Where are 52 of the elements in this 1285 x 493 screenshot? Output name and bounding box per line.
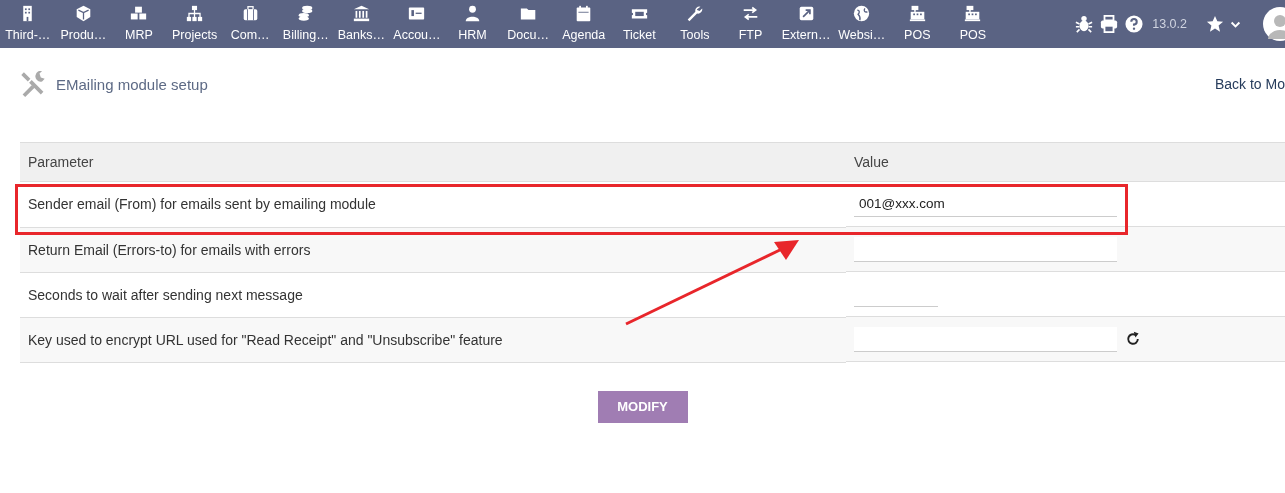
star-icon[interactable] (1206, 15, 1224, 33)
parameter-label: Sender email (From) for emails sent by emailing module (20, 181, 846, 227)
globe-icon (853, 5, 871, 22)
external-link-icon (797, 5, 815, 22)
coins-icon (297, 5, 315, 22)
cash-register-icon (964, 5, 982, 22)
menu-item[interactable]: Agenda (555, 0, 612, 48)
sitemap-icon (186, 5, 204, 22)
person-icon (464, 5, 482, 22)
refresh-icon[interactable] (1125, 331, 1141, 347)
menu-item[interactable]: Third-… (0, 0, 56, 48)
menu-item[interactable]: Accou… (389, 0, 445, 48)
bug-icon[interactable] (1075, 15, 1094, 33)
cube-icon (74, 5, 92, 22)
exchange-icon (742, 5, 759, 22)
column-header: Parameter (20, 142, 846, 182)
menu-item[interactable]: Com… (222, 0, 278, 48)
bank-icon (352, 5, 370, 22)
menu-item[interactable]: FTP (722, 0, 779, 48)
page-title: EMailing module setup (56, 75, 209, 93)
menu-item[interactable]: Docu… (500, 0, 556, 48)
cubes-icon (130, 5, 148, 22)
menu-item[interactable]: Billing… (277, 0, 334, 48)
printer-icon[interactable] (1100, 15, 1119, 33)
money-card-icon (408, 5, 426, 22)
parameter-label: Return Email (Errors-to) for emails with errors (20, 227, 846, 272)
menu-item[interactable]: Banks… (333, 0, 390, 48)
wrench-icon (686, 5, 704, 22)
calendar-icon (575, 5, 593, 22)
menu-item[interactable]: POS (889, 0, 946, 48)
parameter-label: Seconds to wait after sending next message (20, 272, 846, 317)
menu-item[interactable]: Extern… (778, 0, 834, 48)
back-link[interactable]: Back to Mo (1214, 76, 1285, 92)
parameter-label: Key used to encrypt URL used for "Read Receipt" and "Unsubscribe" feature (20, 317, 846, 362)
menu-item[interactable]: Ticket (611, 0, 668, 48)
cash-register-icon (908, 5, 926, 22)
tools-icon (20, 71, 46, 97)
folder-icon (519, 5, 537, 22)
menu-item[interactable]: Produ… (55, 0, 112, 48)
modify-button[interactable]: MODIFY (597, 390, 688, 423)
menu-item[interactable]: Projects (166, 0, 223, 48)
help-icon[interactable] (1125, 15, 1144, 33)
version-text: 13.0.2 (1152, 17, 1187, 31)
menu-item[interactable]: Tools (667, 0, 723, 48)
menu-item[interactable]: HRM (444, 0, 501, 48)
input-field[interactable] (854, 326, 1117, 352)
column-header: Value (846, 142, 1285, 182)
input-field[interactable] (854, 236, 1117, 262)
menu-item[interactable]: MRP (111, 0, 167, 48)
menu-item[interactable]: POS (945, 0, 1001, 48)
menu-item[interactable]: Websi… (833, 0, 890, 48)
briefcase-icon (241, 5, 259, 22)
